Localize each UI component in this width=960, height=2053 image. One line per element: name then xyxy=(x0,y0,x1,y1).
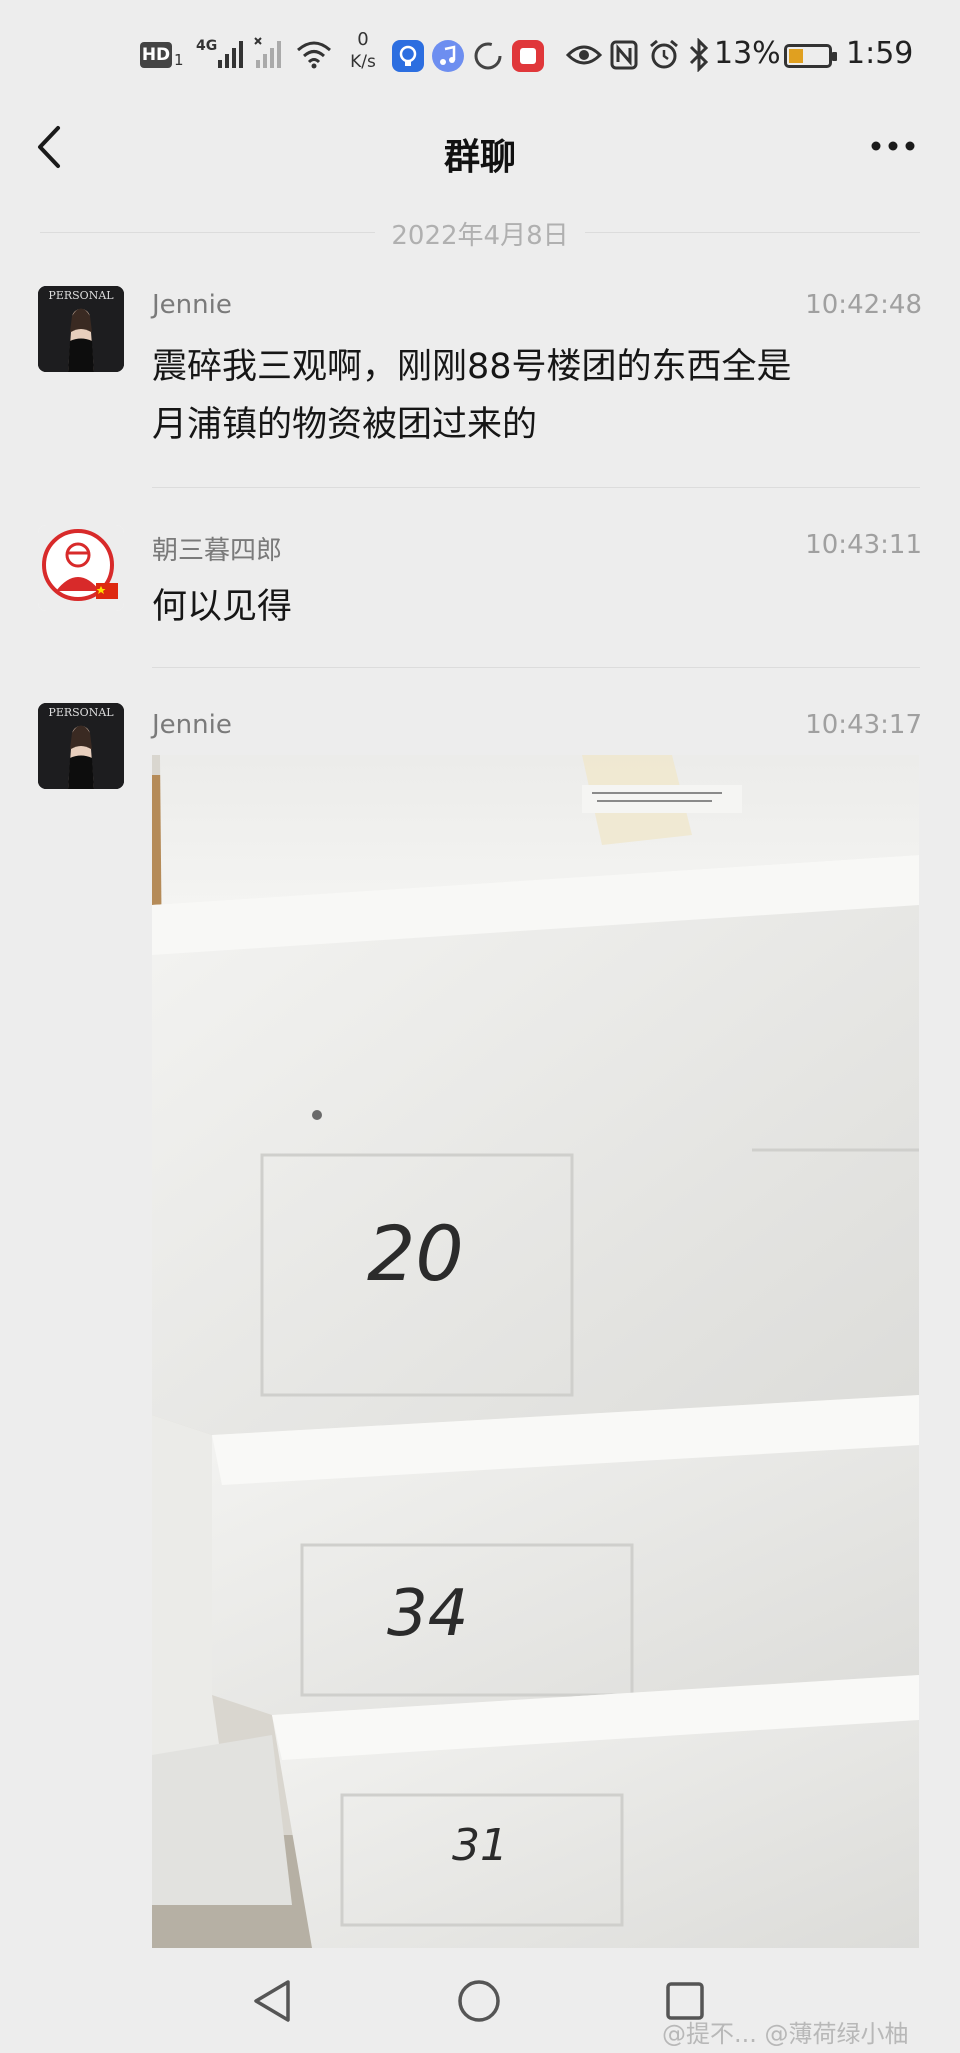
music-app-icon xyxy=(432,40,464,72)
triangle-back-icon[interactable] xyxy=(250,1978,294,2024)
red-app-icon xyxy=(512,40,544,72)
eye-icon xyxy=(566,45,602,65)
box-number: 34 xyxy=(387,1577,468,1651)
signal-4g-icon xyxy=(218,41,243,68)
net-speed-unit: K/s xyxy=(350,52,376,72)
message-time: 10:42:48 xyxy=(805,290,922,320)
battery-icon xyxy=(784,44,837,68)
net-speed: 0 K/s xyxy=(346,29,380,72)
message-text-line: 月浦镇的物资被团过来的 xyxy=(152,405,538,445)
avatar-logo-text: PERSONAL xyxy=(48,706,114,719)
hd-sub-text: 1 xyxy=(174,51,184,69)
hd-icon: HD xyxy=(140,42,172,68)
bluetooth-icon xyxy=(689,38,709,72)
circle-home-icon[interactable] xyxy=(456,1978,502,2024)
message-text: 何以见得 xyxy=(152,587,293,627)
message-text: 震碎我三观啊，刚刚88号楼团的东西全是 月浦镇的物资被团过来的 xyxy=(152,338,920,454)
loading-circle-icon xyxy=(474,42,502,70)
watermark-text: @提不... @薄荷绿小柚 xyxy=(662,2020,909,2048)
status-bar: HD 1 4G 0 K/s 13% 1:59 xyxy=(0,0,960,110)
avatar[interactable]: PERSONAL xyxy=(38,703,124,789)
message-divider xyxy=(152,487,920,488)
message-photo[interactable]: A 版 装冻 20 34 31 xyxy=(152,755,919,1948)
network-type: 4G xyxy=(196,38,218,54)
date-divider-right xyxy=(585,232,920,233)
bulb-app-icon xyxy=(392,40,424,72)
alarm-icon xyxy=(650,39,678,69)
clock-time: 1:59 xyxy=(846,36,914,71)
wifi-icon xyxy=(297,41,331,69)
sender-name: Jennie xyxy=(152,710,232,740)
avatar[interactable]: PERSONAL xyxy=(38,286,124,372)
chat-title: 群聊 xyxy=(443,137,516,178)
hd-badge-text: HD xyxy=(141,45,171,65)
message-time: 10:43:11 xyxy=(805,530,922,560)
net-speed-value: 0 xyxy=(357,29,369,50)
date-separator: 2022年4月8日 xyxy=(391,221,569,251)
message-divider xyxy=(152,667,920,668)
avatar[interactable] xyxy=(38,525,124,611)
message-time: 10:43:17 xyxy=(805,710,922,740)
battery-percent: 13% xyxy=(714,36,781,71)
message-text-line: 震碎我三观啊，刚刚88号楼团的东西全是 xyxy=(152,347,792,387)
box-number: 31 xyxy=(452,1820,508,1871)
system-nav-bar: @提不... @薄荷绿小柚 xyxy=(0,1948,960,2053)
nfc-icon xyxy=(610,40,638,70)
more-dots-icon[interactable] xyxy=(868,136,918,156)
box-number: 20 xyxy=(367,1209,464,1298)
signal-x-icon xyxy=(254,37,281,68)
sender-name: 朝三暮四郎 xyxy=(152,536,283,566)
date-divider-left xyxy=(40,232,375,233)
sender-name: Jennie xyxy=(152,290,232,320)
avatar-logo-text: PERSONAL xyxy=(48,289,114,302)
